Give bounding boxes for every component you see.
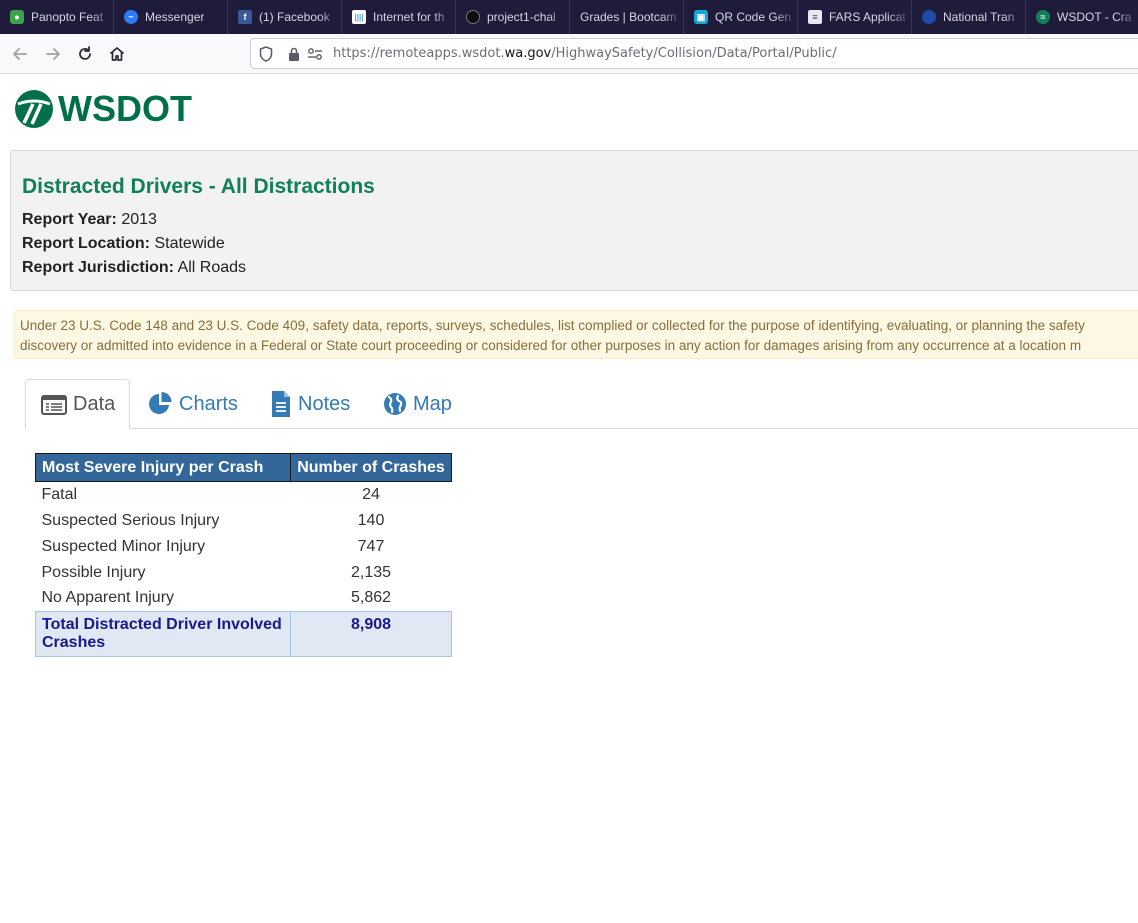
browser-tab-messenger[interactable]: ~ Messenger xyxy=(114,0,228,34)
reload-icon xyxy=(79,46,91,60)
logo-text: WSDOT xyxy=(58,88,192,129)
report-title: Distracted Drivers - All Distractions xyxy=(22,175,375,198)
table-icon xyxy=(41,394,67,415)
url-text[interactable]: https://remoteapps.wsdot.wa.gov/HighwayS… xyxy=(333,46,837,61)
wsdot-logo[interactable]: WSDOT xyxy=(14,88,192,130)
browser-tab-title: Panopto Feat xyxy=(31,10,104,24)
browser-tab-title: (1) Facebook xyxy=(259,10,330,24)
table-row: Suspected Minor Injury 747 xyxy=(36,534,452,560)
report-location-value: Statewide xyxy=(154,235,225,252)
tab-notes[interactable]: Notes xyxy=(270,379,350,429)
browser-tab-title: project1-chal xyxy=(487,10,556,24)
injury-label: Fatal xyxy=(41,485,78,503)
arrow-left-icon xyxy=(13,48,27,60)
legal-disclaimer: Under 23 U.S. Code 148 and 23 U.S. Code … xyxy=(14,310,1138,359)
tab-map[interactable]: Map xyxy=(383,379,452,429)
report-jurisdiction: Report Jurisdiction: All Roads xyxy=(22,259,246,277)
injury-label: Suspected Minor Injury xyxy=(41,537,206,555)
messenger-icon: ~ xyxy=(124,10,138,24)
browser-toolbar: https://remoteapps.wsdot.wa.gov/HighwayS… xyxy=(0,34,1138,74)
document-icon: ≡ xyxy=(808,10,822,24)
browser-tab-title: QR Code Gen xyxy=(715,10,792,24)
disclaimer-line-2: discovery or admitted into evidence in a… xyxy=(20,338,1082,353)
url-bar[interactable]: https://remoteapps.wsdot.wa.gov/HighwayS… xyxy=(250,38,1138,69)
globe-icon xyxy=(384,393,406,415)
tab-charts-label: Charts xyxy=(179,392,238,415)
table-total-row: Total Distracted Driver Involved Crashes… xyxy=(35,611,452,657)
home-icon xyxy=(109,47,125,61)
url-host: wa.gov xyxy=(504,46,552,61)
browser-tab-title: WSDOT - Cra xyxy=(1057,10,1132,24)
table-row: Possible Injury 2,135 xyxy=(36,560,452,586)
tab-charts[interactable]: Charts xyxy=(147,379,238,429)
crash-count: 5,862 xyxy=(350,589,392,607)
column-header-crashes[interactable]: Number of Crashes xyxy=(290,453,452,482)
browser-tab-strip: ● Panopto Feat ~ Messenger f (1) Faceboo… xyxy=(0,0,1138,34)
browser-tab-fars[interactable]: ≡ FARS Applicat xyxy=(798,0,912,34)
tab-data-label: Data xyxy=(73,393,116,415)
permissions-icon xyxy=(308,47,322,60)
nhtsa-icon xyxy=(922,10,936,24)
lock-icon xyxy=(289,47,299,61)
report-jurisdiction-label: Report Jurisdiction: xyxy=(22,259,175,276)
table-row: Suspected Serious Injury 140 xyxy=(36,508,452,534)
browser-tab-nhtsa[interactable]: National Tran xyxy=(912,0,1026,34)
report-jurisdiction-value: All Roads xyxy=(177,259,247,276)
table-row: No Apparent Injury 5,862 xyxy=(36,586,452,612)
document-icon xyxy=(272,391,290,417)
wsdot-icon: ≈ xyxy=(1036,10,1050,24)
back-button[interactable] xyxy=(5,39,35,69)
crash-count: 140 xyxy=(357,511,385,529)
browser-tab-title: Grades | Bootcam xyxy=(580,10,677,24)
report-header-panel: Distracted Drivers - All Distractions Re… xyxy=(10,150,1138,291)
injury-label: Possible Injury xyxy=(41,563,146,581)
tab-notes-label: Notes xyxy=(298,392,351,415)
reload-button[interactable] xyxy=(70,39,100,69)
table-header-row: Most Severe Injury per Crash Number of C… xyxy=(35,453,452,482)
github-icon xyxy=(466,10,480,24)
browser-tab-title: Internet for th xyxy=(373,10,445,24)
crash-count: 747 xyxy=(357,537,385,555)
browser-tab-cisco[interactable]: |||| Internet for th xyxy=(342,0,456,34)
forward-button[interactable] xyxy=(38,39,68,69)
url-path: /HighwaySafety/Collision/Data/Portal/Pub… xyxy=(551,46,837,61)
url-prefix: https://remoteapps.wsdot. xyxy=(333,46,505,61)
report-year: Report Year: 2013 xyxy=(22,211,157,229)
report-year-value: 2013 xyxy=(121,211,157,228)
crash-data-table: Most Severe Injury per Crash Number of C… xyxy=(35,453,452,657)
tab-data[interactable]: Data xyxy=(25,379,130,430)
qr-icon: ▣ xyxy=(694,10,708,24)
report-tabs: Data Charts Notes Map xyxy=(25,379,1138,430)
browser-tab-title: Messenger xyxy=(145,10,205,24)
wsdot-logo-icon xyxy=(15,90,53,128)
browser-tab-title: FARS Applicat xyxy=(829,10,906,24)
injury-label: Suspected Serious Injury xyxy=(41,511,220,529)
browser-tab-wsdot[interactable]: ≈ WSDOT - Cra xyxy=(1026,0,1138,34)
crash-count: 2,135 xyxy=(350,563,392,581)
injury-label: No Apparent Injury xyxy=(41,589,175,607)
report-location: Report Location: Statewide xyxy=(22,235,225,253)
column-header-injury[interactable]: Most Severe Injury per Crash xyxy=(35,453,291,482)
crash-count: 24 xyxy=(362,485,380,503)
home-button[interactable] xyxy=(102,39,132,69)
browser-tab-github[interactable]: project1-chal xyxy=(456,0,570,34)
total-label: Total Distracted Driver Involved Crashes xyxy=(35,611,291,657)
browser-tab-facebook[interactable]: f (1) Facebook xyxy=(228,0,342,34)
total-count: 8,908 xyxy=(290,611,452,657)
cisco-icon: |||| xyxy=(352,10,366,24)
panopto-icon: ● xyxy=(10,10,24,24)
report-year-label: Report Year: xyxy=(22,211,117,228)
browser-tab-panopto[interactable]: ● Panopto Feat xyxy=(0,0,114,34)
arrow-right-icon xyxy=(46,48,60,60)
pie-chart-icon xyxy=(149,392,172,414)
disclaimer-line-1: Under 23 U.S. Code 148 and 23 U.S. Code … xyxy=(20,318,1085,333)
table-row: Fatal 24 xyxy=(36,482,452,508)
tab-map-label: Map xyxy=(413,392,452,415)
shield-icon xyxy=(259,45,273,62)
facebook-icon: f xyxy=(238,10,252,24)
browser-tab-grades[interactable]: Grades | Bootcam xyxy=(570,0,684,34)
browser-tab-title: National Tran xyxy=(943,10,1015,24)
browser-tab-qr[interactable]: ▣ QR Code Gen xyxy=(684,0,798,34)
report-location-label: Report Location: xyxy=(22,235,150,252)
